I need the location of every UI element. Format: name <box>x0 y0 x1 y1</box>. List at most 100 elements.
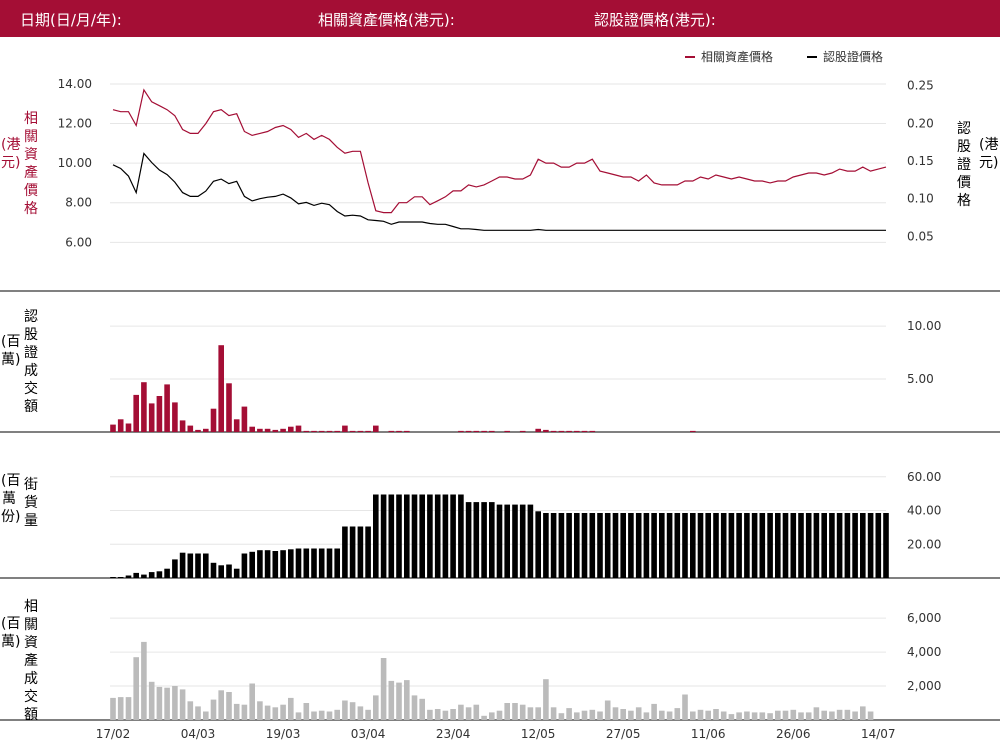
underlying-turnover-bar <box>373 695 379 720</box>
outstanding-bar <box>860 513 866 578</box>
warrant-turnover-bar <box>326 430 333 432</box>
warrant-turnover-bar <box>535 428 541 432</box>
outstanding-bar <box>690 513 696 578</box>
underlying-turnover-bar <box>404 680 410 720</box>
right-axis-tick-label: 2,000 <box>907 679 941 693</box>
underlying-turnover-bar <box>233 703 240 720</box>
right-axis-tick-label: 40.00 <box>907 504 941 518</box>
underlying-turnover-bar <box>651 703 657 720</box>
outstanding-bar <box>867 513 874 578</box>
warrant-turnover-bar <box>558 430 565 432</box>
warrant-turnover-bar <box>280 428 286 432</box>
warrant-turnover-bar <box>148 403 155 432</box>
underlying-turnover-bar <box>767 713 773 720</box>
warrant-turnover-bar <box>543 429 549 432</box>
warrant-turnover-bar <box>489 430 495 432</box>
outstanding-bar <box>574 513 580 578</box>
underlying-turnover-bar <box>566 708 572 720</box>
outstanding-bar <box>295 548 302 578</box>
underlying-turnover-bar <box>303 703 310 720</box>
outstanding-bar <box>334 548 340 578</box>
underlying-turnover-bar <box>318 710 325 720</box>
warrant-turnover-bar <box>117 419 124 432</box>
underlying-price-label: 相關資產價格(港元): <box>318 11 455 29</box>
outstanding-bar <box>203 553 209 578</box>
warrant-turnover-bar <box>295 425 302 432</box>
underlying-turnover-bar <box>751 712 758 720</box>
outstanding-bar <box>705 513 711 578</box>
underlying-turnover-bar <box>604 700 611 720</box>
warrant-turnover-bar <box>288 426 294 432</box>
outstanding-bar <box>264 550 271 578</box>
outstanding-bar <box>380 494 387 578</box>
underlying-turnover-bar <box>759 712 766 720</box>
warrant-turnover-bar <box>473 430 480 432</box>
left-axis-tick-label: 14.00 <box>58 77 92 91</box>
underlying-turnover-bar <box>334 709 340 720</box>
outstanding-bar <box>326 548 333 578</box>
outstanding-bar <box>558 513 565 578</box>
underlying-turnover-bar <box>164 687 170 720</box>
outstanding-bar <box>782 513 789 578</box>
outstanding-bar <box>442 494 449 578</box>
outstanding-bar <box>156 571 163 579</box>
warrant-turnover-bar <box>233 419 240 432</box>
underlying-turnover-bar <box>419 698 425 720</box>
right-axis-tick-label: 4,000 <box>907 645 941 659</box>
warrant-turnover-bar <box>589 430 596 432</box>
underlying-turnover-bar <box>659 710 665 720</box>
warrant-turnover-bar <box>179 420 186 432</box>
warrant-turnover-bar <box>357 430 364 432</box>
warrant-price-label: 認股證價格(港元): <box>594 11 716 29</box>
warrant-turnover-bar <box>249 426 255 432</box>
outstanding-bar <box>164 568 170 578</box>
underlying-turnover-bar <box>852 711 858 720</box>
outstanding-bar <box>597 513 603 578</box>
warrant-turnover-bar <box>396 430 402 432</box>
outstanding-bar <box>581 513 588 578</box>
outstanding-bar <box>179 552 186 578</box>
outstanding-bar <box>844 513 851 578</box>
outstanding-bar <box>805 513 812 578</box>
underlying-turnover-bar <box>512 703 518 720</box>
outstanding-bar <box>775 513 781 578</box>
outstanding-bar <box>241 553 248 578</box>
right-axis-tick-label: 0.15 <box>907 154 934 168</box>
underlying-turnover-bar <box>674 708 681 720</box>
warrant-turnover-bar <box>187 425 194 432</box>
underlying-turnover-bar <box>187 701 194 720</box>
underlying-turnover-bar <box>860 706 866 720</box>
underlying-turnover-bar <box>365 709 371 720</box>
warrant-turnover-bar <box>481 430 487 432</box>
outstanding-bar <box>519 504 526 578</box>
outstanding-bar <box>589 513 596 578</box>
right-axis-tick-label: 0.25 <box>907 79 934 93</box>
outstanding-bar <box>813 513 820 578</box>
underlying-turnover-bar <box>597 711 603 720</box>
underlying-turnover-bar <box>427 709 433 720</box>
outstanding-bar <box>218 565 224 578</box>
outstanding-bar <box>133 572 139 578</box>
warrant-turnover-bar <box>264 428 271 432</box>
outstanding-bar <box>311 548 317 578</box>
outstanding-bar <box>187 553 194 578</box>
outstanding-bar <box>489 502 495 578</box>
underlying-turnover-bar <box>125 697 132 720</box>
outstanding-bar <box>249 551 255 578</box>
underlying-turnover-bar <box>172 686 178 720</box>
underlying-turnover-bar <box>117 697 124 720</box>
warrant-turnover-bar <box>334 430 340 432</box>
left-axis-tick-label: 6.00 <box>65 235 92 249</box>
warrant-turnover-bar <box>125 423 132 432</box>
underlying-turnover-bar <box>458 704 464 720</box>
underlying-turnover-bar <box>775 710 781 720</box>
right-axis-tick-label: 20.00 <box>907 537 941 551</box>
x-axis-tick-label: 12/05 <box>521 727 556 741</box>
outstanding-bar <box>210 562 217 578</box>
warrant-turnover-bar <box>504 430 510 432</box>
underlying-turnover-bar <box>728 714 735 720</box>
outstanding-bar <box>790 513 797 578</box>
warrant-turnover-bar <box>574 430 580 432</box>
underlying-turnover-bar <box>280 704 286 720</box>
underlying-turnover-bar <box>581 710 588 720</box>
